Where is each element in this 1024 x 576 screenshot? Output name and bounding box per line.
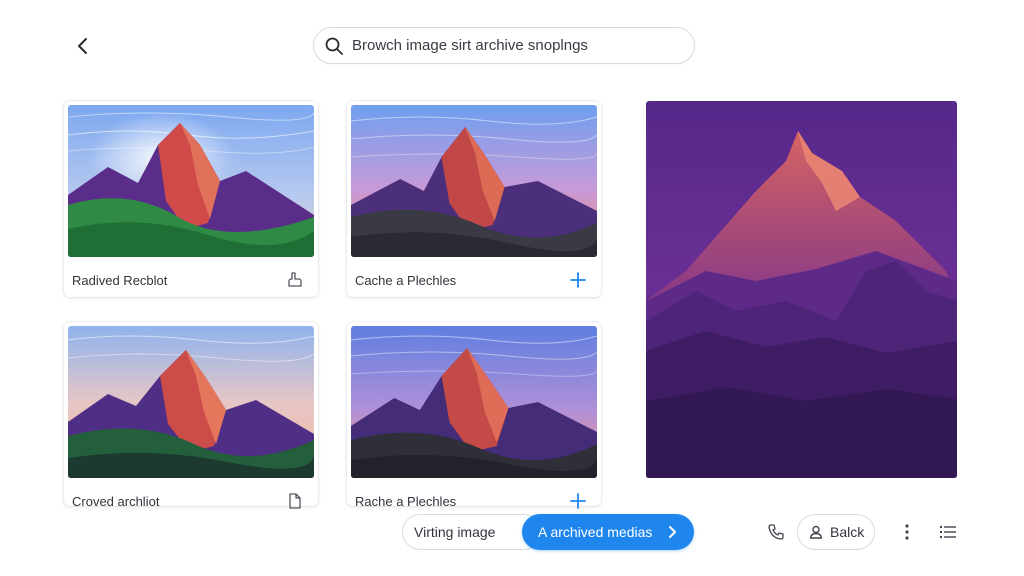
user-icon — [809, 525, 823, 539]
list-view-button[interactable] — [936, 520, 960, 544]
card-title: Cache a Plechles — [355, 273, 457, 288]
plus-icon — [570, 493, 586, 509]
card-document-button[interactable] — [284, 490, 306, 512]
phone-icon — [768, 524, 784, 540]
more-options-button[interactable] — [895, 520, 919, 544]
image-preview[interactable] — [646, 101, 957, 478]
share-icon — [288, 272, 302, 287]
search-bar[interactable] — [313, 27, 695, 64]
image-card[interactable]: Radived Recblot — [64, 101, 318, 297]
plus-icon — [570, 272, 586, 288]
image-thumbnail[interactable] — [68, 326, 314, 478]
viewing-image-button[interactable]: Virting image — [402, 514, 542, 550]
viewing-image-label: Virting image — [414, 524, 496, 540]
archived-media-button[interactable]: A archived medias — [522, 514, 694, 550]
card-title: Radived Recblot — [72, 273, 168, 288]
image-thumbnail[interactable] — [351, 326, 597, 478]
card-share-button[interactable] — [284, 269, 306, 291]
archived-media-label: A archived medias — [538, 524, 653, 540]
card-add-button[interactable] — [567, 269, 589, 291]
image-card[interactable]: Rache a Plechles — [347, 322, 601, 509]
image-thumbnail[interactable] — [351, 105, 597, 257]
bottom-action-bar: Virting image A archived medias Balck — [0, 512, 1024, 552]
back-button[interactable] — [66, 30, 100, 62]
search-icon — [325, 37, 343, 55]
document-icon — [289, 493, 301, 509]
chevron-left-icon — [78, 38, 87, 54]
list-icon — [940, 526, 956, 538]
image-card[interactable]: Cache a Plechles — [347, 101, 601, 297]
profile-label: Balck — [830, 524, 865, 540]
chevron-right-icon — [669, 526, 676, 538]
card-add-button[interactable] — [567, 490, 589, 512]
card-title: Croved archliot — [72, 494, 160, 509]
image-thumbnail[interactable] — [68, 105, 314, 257]
profile-button[interactable]: Balck — [797, 514, 875, 550]
search-input[interactable] — [350, 36, 674, 55]
more-vertical-icon — [905, 524, 909, 540]
call-button[interactable] — [764, 520, 788, 544]
image-card[interactable]: Croved archliot — [64, 322, 318, 509]
card-title: Rache a Plechles — [355, 494, 457, 509]
